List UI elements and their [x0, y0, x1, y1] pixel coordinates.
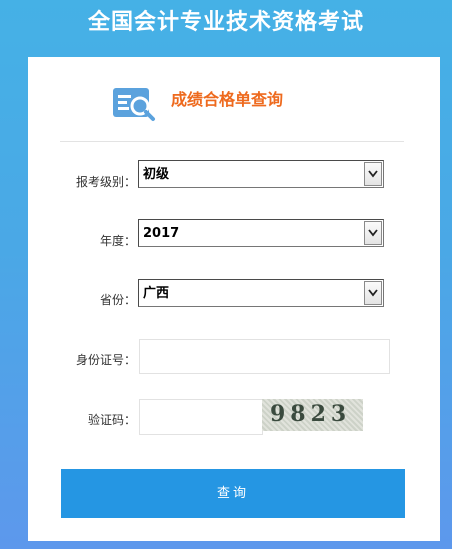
captcha-input[interactable] [139, 399, 263, 435]
submit-button[interactable]: 查询 [61, 469, 405, 518]
year-select[interactable]: 2017 [138, 219, 384, 247]
level-label: 报考级别： [75, 175, 136, 189]
page-title: 全国会计专业技术资格考试 [87, 10, 364, 35]
chevron-down-icon[interactable] [364, 162, 382, 186]
id-number-label: 身份证号： [75, 353, 136, 367]
card-title: 成绩合格单查询 [171, 90, 284, 109]
search-document-icon [113, 88, 155, 121]
divider [60, 141, 404, 142]
province-label: 省份： [99, 293, 136, 307]
id-number-input[interactable] [139, 339, 390, 374]
captcha-text: 9823 [270, 401, 352, 427]
query-card: 成绩合格单查询 报考级别： 初级 年度： 2017 省份： 广西 身份证号： 验… [28, 57, 440, 541]
province-select[interactable]: 广西 [138, 279, 384, 307]
province-select-value: 广西 [143, 286, 170, 301]
level-select-value: 初级 [143, 167, 170, 182]
chevron-down-icon[interactable] [364, 281, 382, 305]
level-select[interactable]: 初级 [138, 160, 384, 188]
chevron-down-icon[interactable] [364, 221, 382, 245]
page: { "page": { "title": "全国会计专业技术资格考试" }, "… [0, 0, 452, 549]
captcha-label: 验证码： [87, 413, 136, 427]
captcha-image[interactable]: 9823 [262, 399, 363, 431]
year-label: 年度： [99, 234, 136, 248]
year-select-value: 2017 [143, 226, 180, 241]
